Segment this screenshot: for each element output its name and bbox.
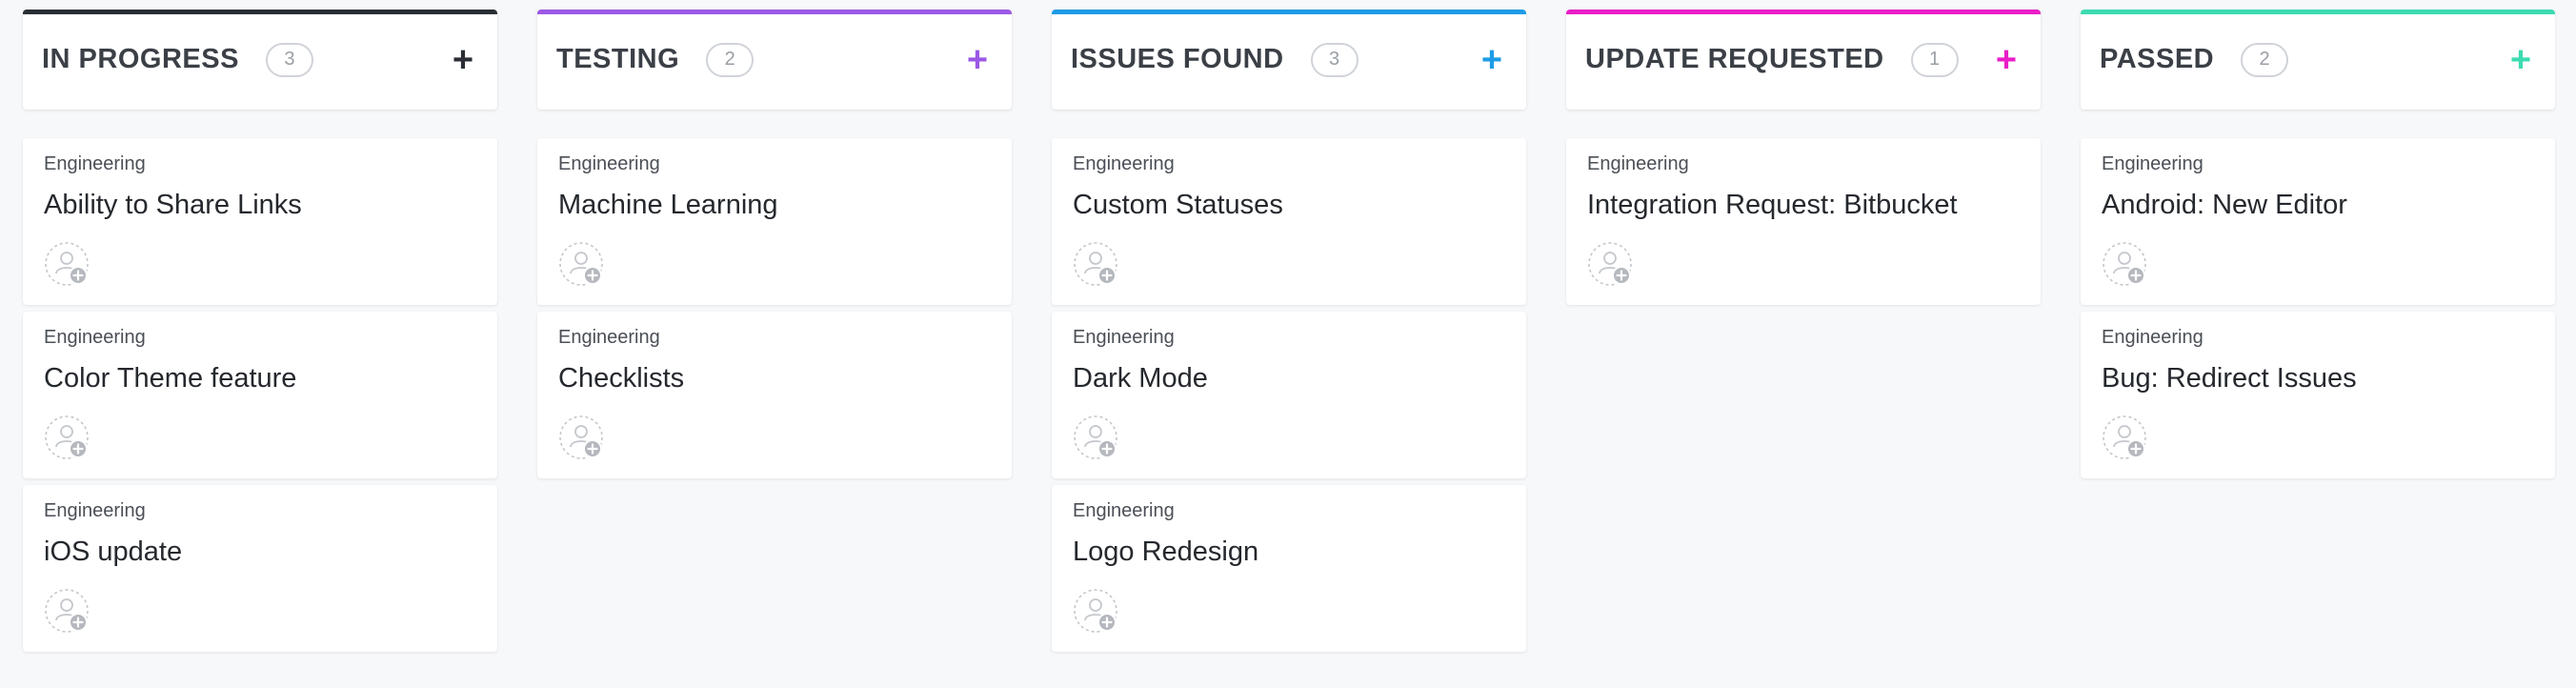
card-list: Engineering Integration Request: Bitbucke… [1566,138,2041,305]
column-count-badge: 2 [2241,42,2289,77]
column-color-bar [23,10,497,14]
column-issues-found: ISSUES FOUND 3 + Engineering Custom Statuses… [1052,10,1526,658]
column-color-bar [1052,10,1526,14]
card-title[interactable]: Ability to Share Links [44,190,476,221]
plus-icon[interactable]: + [1991,42,2022,78]
card-tag: Engineering [2102,327,2204,348]
card-list: Engineering Custom Statuses Engineering Dar… [1052,138,1526,652]
column-header: ISSUES FOUND 3 + [1052,10,1526,110]
card-tag: Engineering [1073,327,1175,348]
task-card[interactable]: Engineering Integration Request: Bitbucke… [1566,138,2041,305]
add-assignee-icon[interactable] [1587,241,1635,289]
card-list: Engineering Android: New Editor Engineerin… [2081,138,2555,478]
plus-icon[interactable]: + [962,42,993,78]
card-list: Engineering Machine Learning Engineering Ch… [537,138,1012,478]
task-card[interactable]: Engineering Dark Mode [1052,312,1526,478]
column-count-badge: 3 [265,42,313,77]
task-card[interactable]: Engineering Machine Learning [537,138,1012,305]
card-list: Engineering Ability to Share Links Enginee… [23,138,497,652]
column-count-badge: 2 [706,42,755,77]
plus-icon[interactable]: + [1477,42,1507,78]
card-tag: Engineering [1073,153,1175,174]
column-count-badge: 1 [1910,42,1959,77]
column-update-requested: UPDATE REQUESTED 1 + Engineering Integration… [1566,10,2041,312]
card-tag: Engineering [44,327,146,348]
card-title[interactable]: iOS update [44,536,476,568]
plus-icon[interactable]: + [2506,42,2536,78]
column-title: ISSUES FOUND [1071,44,1284,74]
column-color-bar [537,10,1012,14]
add-assignee-icon[interactable] [558,241,606,289]
add-assignee-icon[interactable] [1073,415,1120,462]
card-tag: Engineering [1073,500,1175,521]
kanban-board: IN PROGRESS 3 + Engineering Ability to Share… [0,0,2576,688]
add-assignee-icon[interactable] [2102,241,2149,289]
task-card[interactable]: Engineering Android: New Editor [2081,138,2555,305]
card-tag: Engineering [558,327,660,348]
column-header: PASSED 2 + [2081,10,2555,110]
task-card[interactable]: Engineering Ability to Share Links [23,138,497,305]
task-card[interactable]: Engineering Custom Statuses [1052,138,1526,305]
column-testing: TESTING 2 + Engineering Machine Learning Engi… [537,10,1012,485]
column-title: PASSED [2100,44,2215,74]
card-title[interactable]: Android: New Editor [2102,190,2534,221]
add-assignee-icon[interactable] [1073,588,1120,636]
task-card[interactable]: Engineering iOS update [23,485,497,652]
column-title: TESTING [556,44,680,74]
card-tag: Engineering [2102,153,2204,174]
card-tag: Engineering [44,153,146,174]
add-assignee-icon[interactable] [1073,241,1120,289]
card-tag: Engineering [44,500,146,521]
task-card[interactable]: Engineering Checklists [537,312,1012,478]
add-assignee-icon[interactable] [2102,415,2149,462]
column-header: TESTING 2 + [537,10,1012,110]
column-header: UPDATE REQUESTED 1 + [1566,10,2041,110]
card-title[interactable]: Bug: Redirect Issues [2102,363,2534,395]
card-title[interactable]: Dark Mode [1073,363,1505,395]
card-title[interactable]: Machine Learning [558,190,991,221]
card-title[interactable]: Custom Statuses [1073,190,1505,221]
column-passed: PASSED 2 + Engineering Android: New Editor En… [2081,10,2555,485]
column-count-badge: 3 [1310,42,1358,77]
column-in-progress: IN PROGRESS 3 + Engineering Ability to Share… [23,10,497,658]
column-title: IN PROGRESS [42,44,239,74]
column-title: UPDATE REQUESTED [1585,44,1884,74]
card-title[interactable]: Logo Redesign [1073,536,1505,568]
card-title[interactable]: Checklists [558,363,991,395]
column-color-bar [2081,10,2555,14]
task-card[interactable]: Engineering Color Theme feature [23,312,497,478]
task-card[interactable]: Engineering Bug: Redirect Issues [2081,312,2555,478]
column-header: IN PROGRESS 3 + [23,10,497,110]
card-tag: Engineering [558,153,660,174]
add-assignee-icon[interactable] [44,588,91,636]
plus-icon[interactable]: + [448,42,478,78]
card-title[interactable]: Color Theme feature [44,363,476,395]
task-card[interactable]: Engineering Logo Redesign [1052,485,1526,652]
card-title[interactable]: Integration Request: Bitbucket [1587,190,2020,221]
column-color-bar [1566,10,2041,14]
add-assignee-icon[interactable] [44,415,91,462]
add-assignee-icon[interactable] [558,415,606,462]
card-tag: Engineering [1587,153,1689,174]
add-assignee-icon[interactable] [44,241,91,289]
